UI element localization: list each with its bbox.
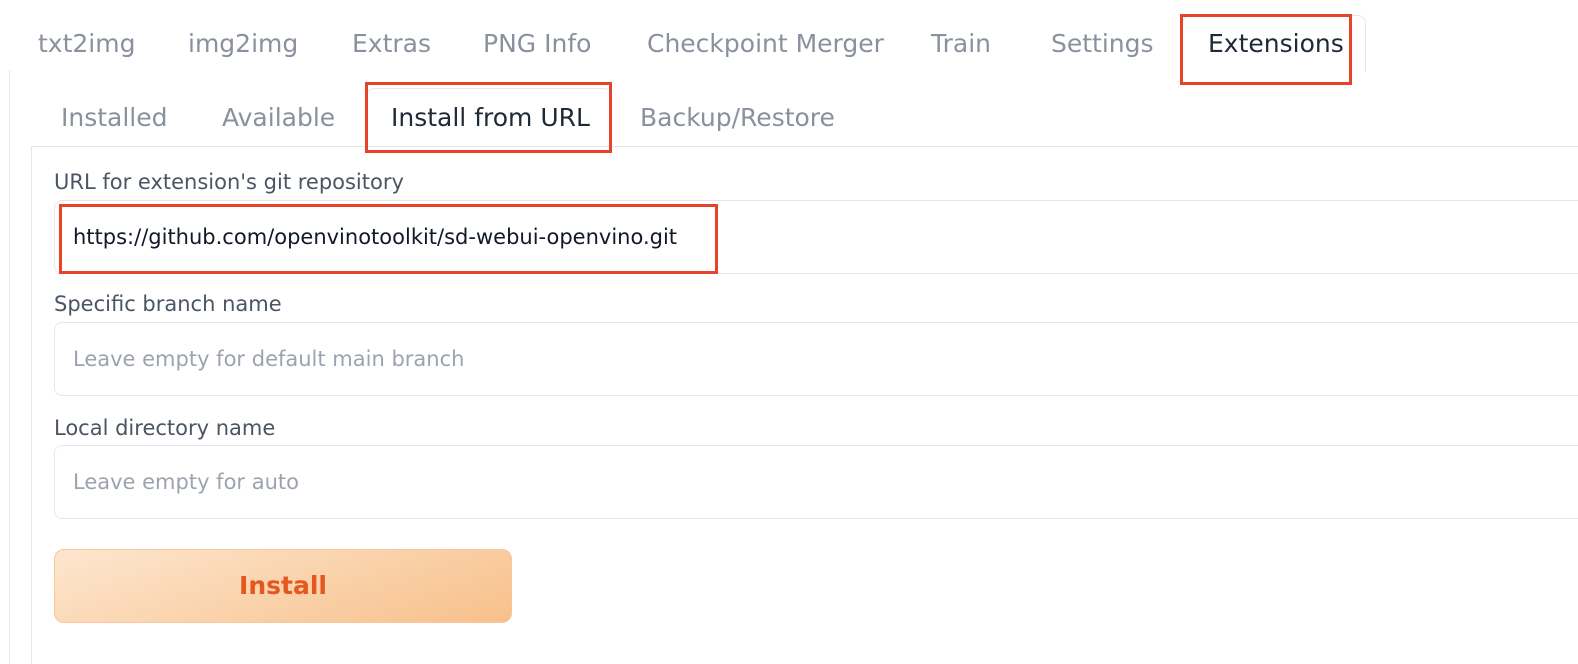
- subtab-installed[interactable]: Installed: [61, 96, 168, 140]
- tab-extras[interactable]: Extras: [352, 22, 431, 66]
- extensions-page: txt2img img2img Extras PNG Info Checkpoi…: [0, 0, 1578, 664]
- tab-png-info[interactable]: PNG Info: [483, 22, 591, 66]
- tab-checkpoint-merger[interactable]: Checkpoint Merger: [647, 22, 884, 66]
- subtab-backup-restore[interactable]: Backup/Restore: [640, 96, 835, 140]
- tab-txt2img[interactable]: txt2img: [38, 22, 135, 66]
- tab-train[interactable]: Train: [931, 22, 991, 66]
- install-button[interactable]: Install: [54, 549, 512, 623]
- tab-settings[interactable]: Settings: [1051, 22, 1154, 66]
- tab-img2img[interactable]: img2img: [188, 22, 298, 66]
- main-tab-bar: txt2img img2img Extras PNG Info Checkpoi…: [0, 0, 1578, 72]
- branch-name-input[interactable]: [54, 322, 1578, 396]
- subtab-install-from-url[interactable]: Install from URL: [391, 96, 590, 140]
- tab-extensions[interactable]: Extensions: [1208, 22, 1344, 66]
- directory-name-input[interactable]: [54, 445, 1578, 519]
- subtab-available[interactable]: Available: [222, 96, 335, 140]
- directory-field-label: Local directory name: [54, 416, 276, 440]
- url-input[interactable]: [54, 200, 1578, 274]
- branch-field-label: Specific branch name: [54, 292, 282, 316]
- url-field-label: URL for extension's git repository: [54, 170, 404, 194]
